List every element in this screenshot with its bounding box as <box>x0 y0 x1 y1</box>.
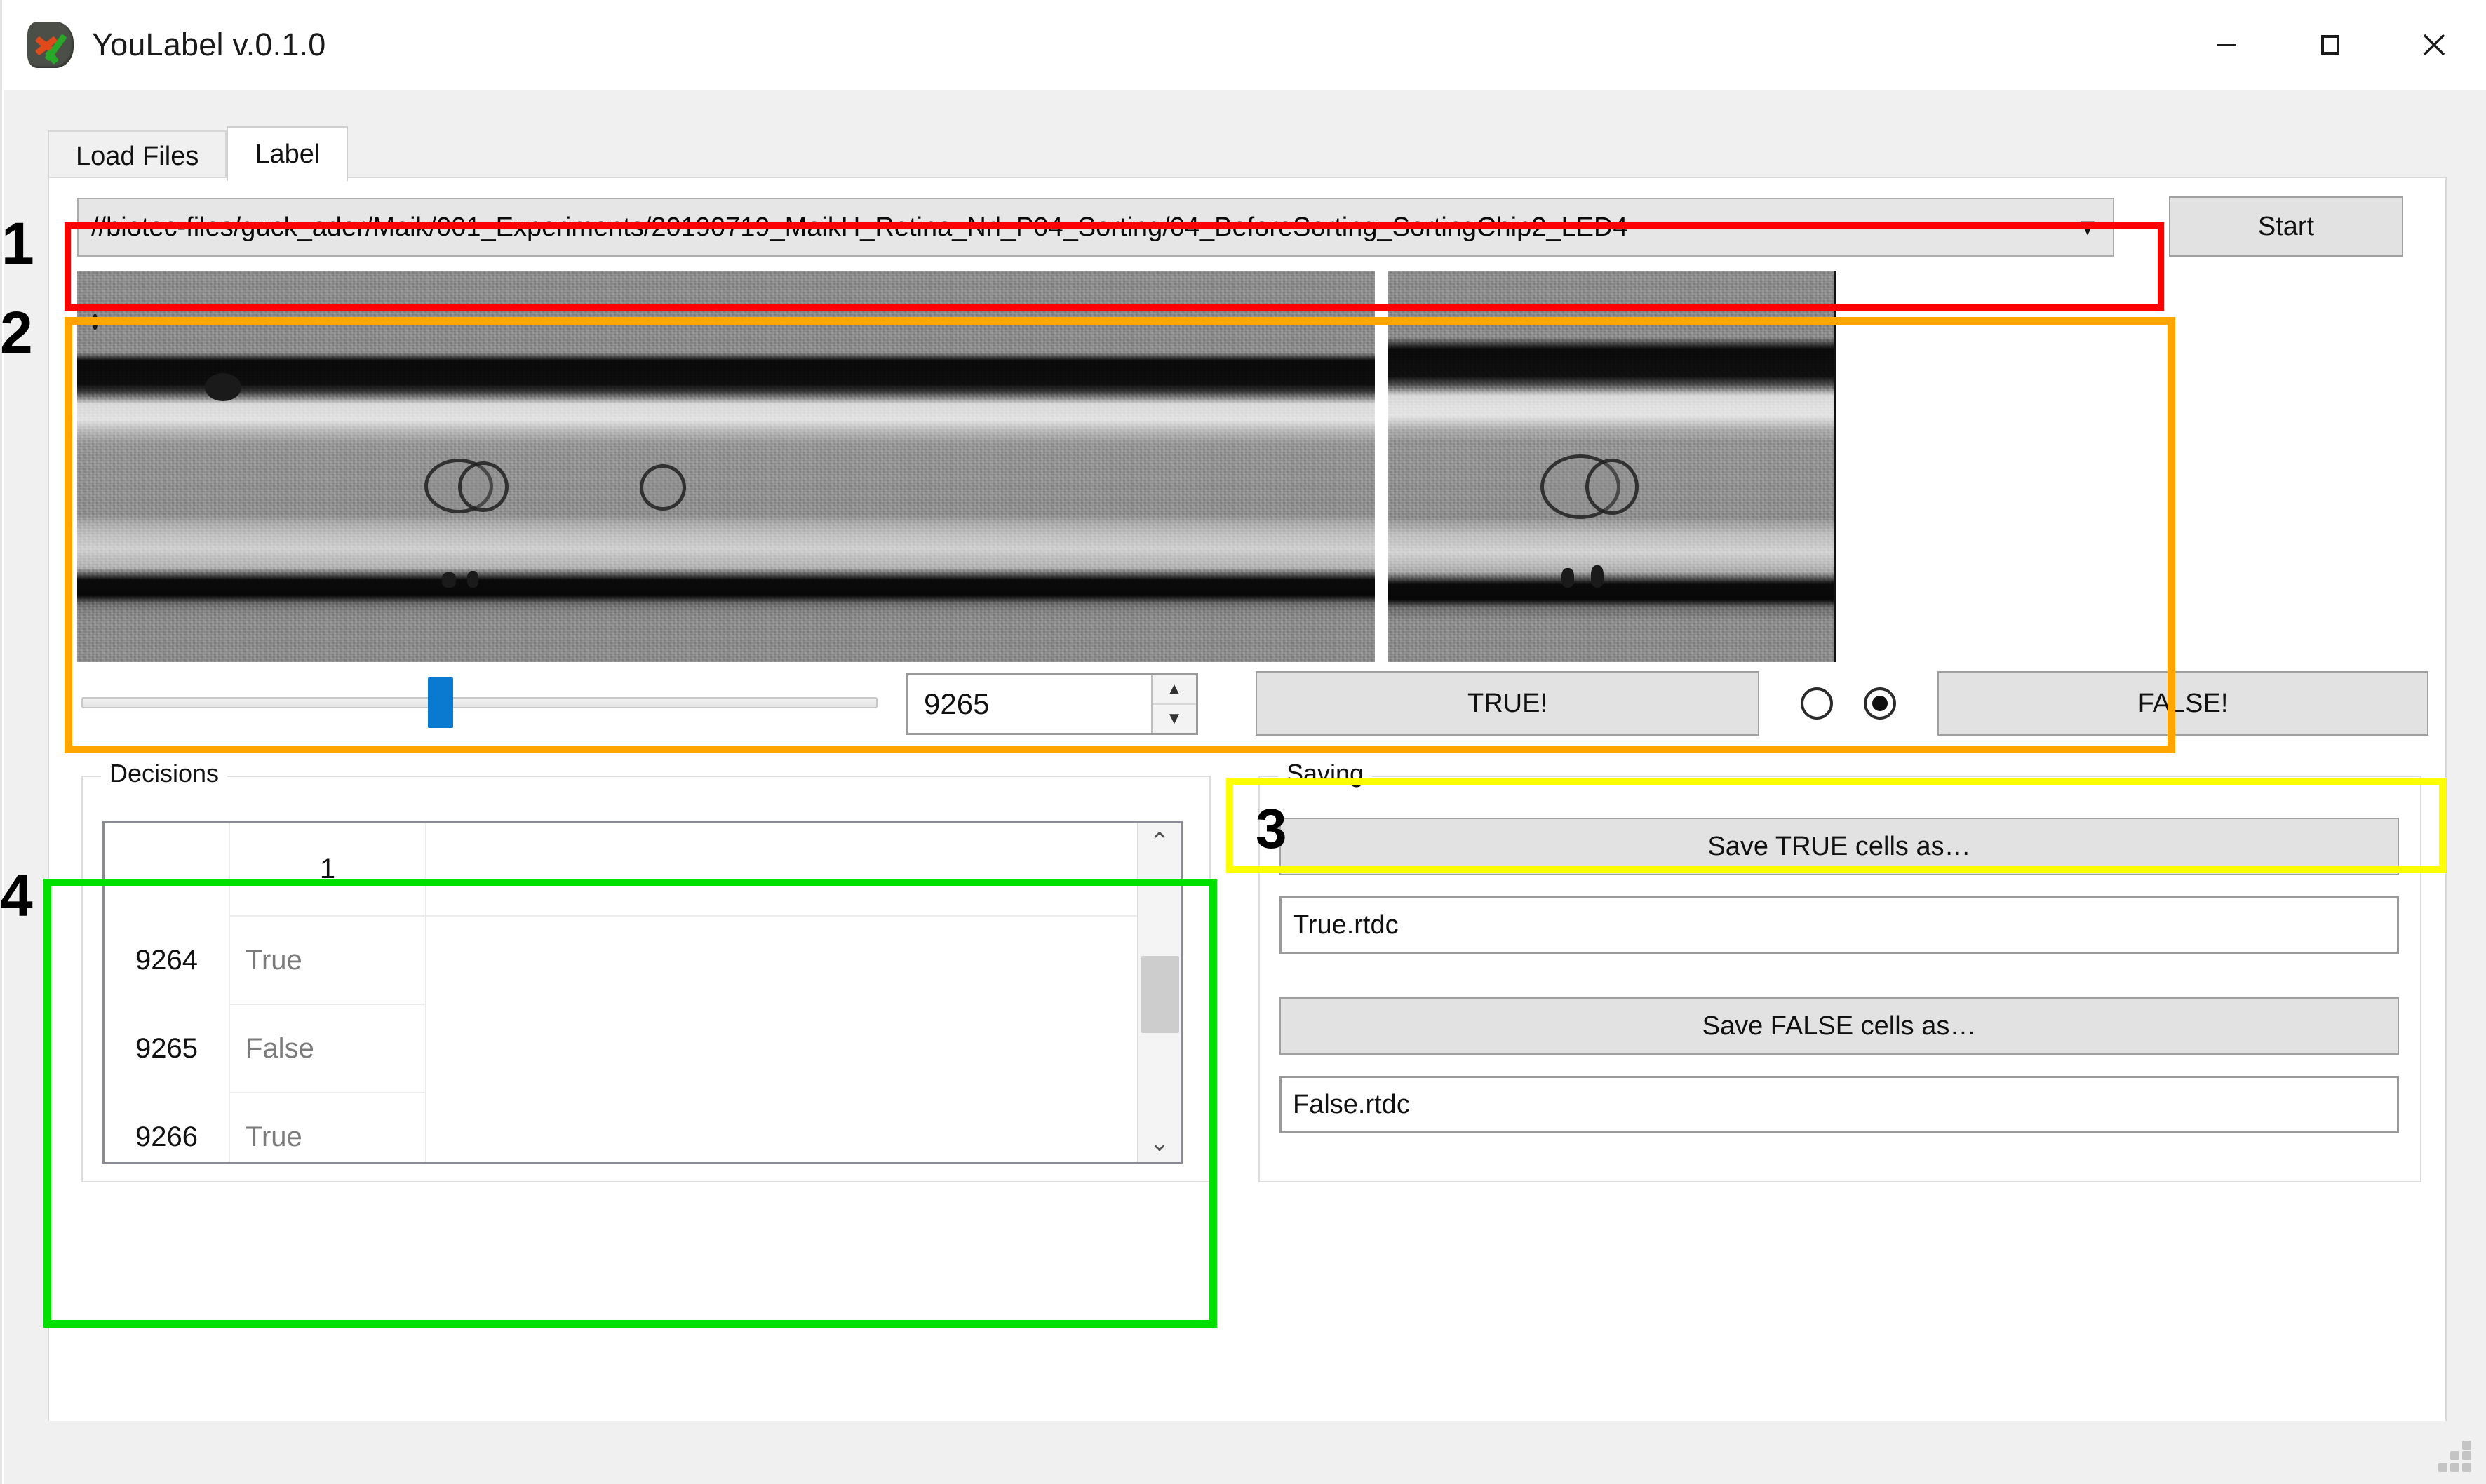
cell-object <box>640 464 686 511</box>
title-bar: YouLabel v.0.1.0 <box>2 0 2486 90</box>
frame-slider-handle[interactable] <box>428 677 453 728</box>
annotation-label-3: 3 <box>1256 801 1287 857</box>
decisions-table[interactable]: 1 9264 True <box>102 821 1183 1164</box>
cell-object <box>458 461 509 512</box>
radio-true[interactable] <box>1801 687 1833 720</box>
decisions-vertical-scrollbar[interactable]: ⌃ ⌄ <box>1137 823 1181 1162</box>
spinbox-buttons: ▲ ▼ <box>1151 675 1196 733</box>
resize-grip-icon[interactable] <box>2438 1441 2471 1473</box>
image-speck <box>1591 565 1604 588</box>
image-speck <box>1561 568 1574 588</box>
tab-bar: Load Files Label <box>48 126 348 181</box>
table-row[interactable]: 9266 True <box>105 1093 1137 1162</box>
row-spacer <box>426 1093 1137 1162</box>
spin-up-icon[interactable]: ▲ <box>1153 675 1196 705</box>
scroll-down-icon[interactable]: ⌄ <box>1150 1131 1170 1155</box>
row-spacer <box>426 1004 1137 1093</box>
frame-index-value[interactable]: 9265 <box>908 675 1151 733</box>
image-speck <box>205 373 241 401</box>
scroll-up-icon[interactable]: ⌃ <box>1150 830 1170 854</box>
tab-label[interactable]: Label <box>227 126 348 181</box>
status-bar <box>4 1421 2486 1484</box>
save-true-button[interactable]: Save TRUE cells as… <box>1279 818 2399 875</box>
close-icon[interactable] <box>2382 0 2486 90</box>
annotation-label-4: 4 <box>0 866 33 925</box>
cell-object <box>1585 459 1639 515</box>
annotation-label-2: 2 <box>0 303 33 362</box>
table-header-spacer <box>426 823 1137 916</box>
maximize-icon[interactable] <box>2278 0 2382 90</box>
file-path-combobox[interactable]: //biotec-files/guck_ader/Maik/001_Experi… <box>77 198 2114 257</box>
row-value[interactable]: True <box>229 916 426 1004</box>
table-corner-header <box>105 823 229 916</box>
false-button[interactable]: FALSE! <box>1937 671 2428 736</box>
table-row[interactable]: 9265 False <box>105 1004 1137 1093</box>
decisions-group: Decisions 1 <box>81 776 1211 1182</box>
table-row[interactable]: 9264 True <box>105 916 1137 1004</box>
spin-down-icon[interactable]: ▼ <box>1153 705 1196 733</box>
save-false-button[interactable]: Save FALSE cells as… <box>1279 997 2399 1055</box>
row-index: 9266 <box>105 1093 229 1162</box>
table-header-row: 1 <box>105 823 1137 916</box>
image-viewport <box>77 271 2124 662</box>
row-value[interactable]: True <box>229 1093 426 1162</box>
saving-group-title: Saving <box>1278 759 1372 788</box>
true-filename-input[interactable]: True.rtdc <box>1279 896 2399 954</box>
start-button[interactable]: Start <box>2169 196 2403 257</box>
saving-group: Saving Save TRUE cells as… True.rtdc Sav… <box>1258 776 2421 1182</box>
decision-radio-group <box>1759 687 1937 720</box>
channel-image-zoom[interactable] <box>1388 271 1836 662</box>
annotation-label-1: 1 <box>1 214 34 273</box>
file-path-value: //biotec-files/guck_ader/Maik/001_Experi… <box>79 213 2062 243</box>
tab-load-files[interactable]: Load Files <box>48 130 227 181</box>
false-filename-input[interactable]: False.rtdc <box>1279 1076 2399 1133</box>
decision-buttons: TRUE! FALSE! <box>1256 669 2428 738</box>
decisions-group-title: Decisions <box>101 759 227 788</box>
channel-image-wide[interactable] <box>77 271 1375 662</box>
frame-slider[interactable] <box>81 697 878 708</box>
row-index: 9264 <box>105 916 229 1004</box>
radio-false[interactable] <box>1864 687 1896 720</box>
window-content: Load Files Label //biotec-files/guck_ade… <box>4 90 2486 1484</box>
true-button[interactable]: TRUE! <box>1256 671 1759 736</box>
row-value[interactable]: False <box>229 1004 426 1093</box>
image-speck <box>442 572 456 588</box>
row-index: 9265 <box>105 1004 229 1093</box>
window-controls <box>2175 0 2486 90</box>
app-shield-check-x-icon <box>27 22 74 68</box>
application-window: YouLabel v.0.1.0 Load Files Label //biot… <box>0 0 2486 1484</box>
frame-index-spinbox[interactable]: 9265 ▲ ▼ <box>906 673 1198 735</box>
image-speck <box>93 314 98 330</box>
scrollbar-thumb[interactable] <box>1141 956 1179 1033</box>
decisions-table-body: 1 9264 True <box>105 823 1137 1162</box>
minimize-icon[interactable] <box>2175 0 2278 90</box>
chevron-down-icon[interactable]: ▼ <box>2062 214 2113 241</box>
row-spacer <box>426 916 1137 1004</box>
label-tab-panel: //biotec-files/guck_ader/Maik/001_Experi… <box>48 177 2447 1462</box>
window-title: YouLabel v.0.1.0 <box>92 27 326 63</box>
image-speck <box>467 571 478 588</box>
table-header-col-1: 1 <box>229 823 426 916</box>
